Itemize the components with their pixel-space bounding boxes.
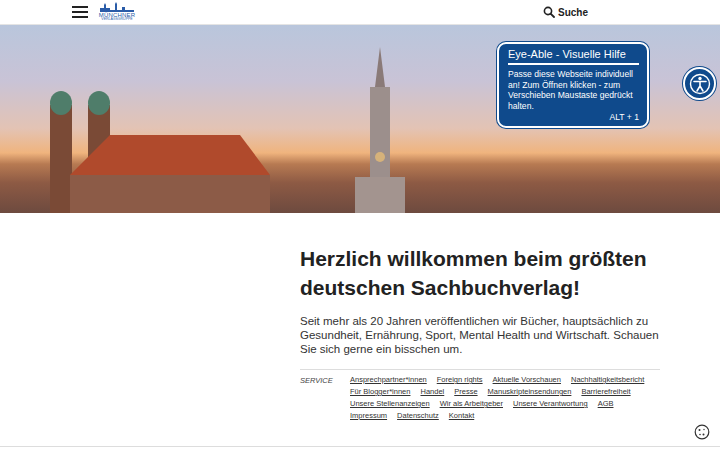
service-link[interactable]: Kontakt xyxy=(449,411,474,421)
menu-icon[interactable] xyxy=(72,6,88,18)
link-list: Ansprechpartner*innen Foreign rights Aktue… xyxy=(350,375,660,421)
church-icon xyxy=(40,65,270,213)
search-label: Suche xyxy=(558,7,588,18)
intro-text: Seit mehr als 20 Jahren veröffentlichen … xyxy=(300,314,660,356)
accessibility-button[interactable] xyxy=(683,67,716,100)
tower-icon xyxy=(355,47,405,213)
logo[interactable]: MÜNCHNERVERLAGSGRUPPE xyxy=(98,2,136,22)
top-bar: MÜNCHNERVERLAGSGRUPPE Suche xyxy=(0,0,720,25)
tooltip-text: Passe diese Webseite individuell an! Zum… xyxy=(508,69,639,111)
search-button[interactable]: Suche xyxy=(543,6,588,18)
service-links: SERVICE Ansprechpartner*innen Foreign righ… xyxy=(300,369,660,421)
service-link[interactable]: Ansprechpartner*innen xyxy=(350,375,427,385)
tooltip-shortcut: ALT + 1 xyxy=(508,112,639,122)
intro-section: Herzlich willkommen beim größten deutsch… xyxy=(0,213,660,421)
service-link[interactable]: Nachhaltigkeitsbericht xyxy=(571,375,644,385)
tooltip-title: Eye-Able - Visuelle Hilfe xyxy=(508,48,639,65)
cookie-icon[interactable] xyxy=(694,424,710,440)
service-link[interactable]: Unsere Verantwortung xyxy=(513,399,588,409)
service-link[interactable]: Presse xyxy=(454,387,477,397)
service-link[interactable]: AGB xyxy=(598,399,614,409)
service-link[interactable]: Manuskripteinsendungen xyxy=(488,387,572,397)
page-heading: Herzlich willkommen beim größten deutsch… xyxy=(300,244,660,302)
service-link[interactable]: Impressum xyxy=(350,411,387,421)
eye-able-tooltip[interactable]: Eye-Able - Visuelle Hilfe Passe diese Web… xyxy=(497,42,649,128)
service-link[interactable]: Handel xyxy=(420,387,444,397)
service-label: SERVICE xyxy=(300,375,336,421)
logo-subtext: VERLAGSGRUPPE xyxy=(101,18,132,22)
skyline-icon xyxy=(98,2,136,12)
service-link[interactable]: Wir als Arbeitgeber xyxy=(440,399,503,409)
service-link[interactable]: Für Blogger*innen xyxy=(350,387,410,397)
search-icon xyxy=(543,6,555,18)
service-link[interactable]: Foreign rights xyxy=(437,375,483,385)
divider xyxy=(0,446,720,447)
accessibility-icon xyxy=(689,73,711,95)
service-link[interactable]: Barrierefreiheit xyxy=(581,387,630,397)
service-link[interactable]: Aktuelle Vorschauen xyxy=(493,375,561,385)
service-link[interactable]: Unsere Stellenanzeigen xyxy=(350,399,430,409)
service-link[interactable]: Datenschutz xyxy=(397,411,439,421)
